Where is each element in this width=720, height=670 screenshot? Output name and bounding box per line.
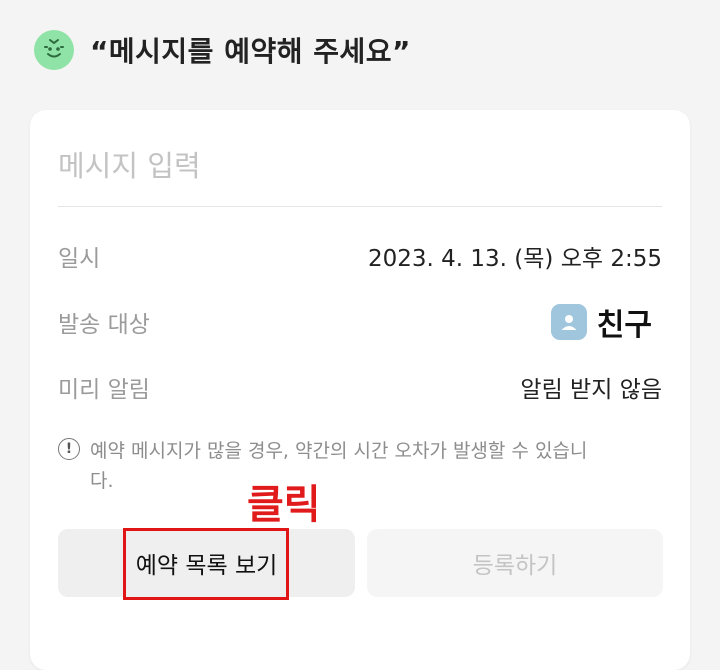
info-icon: ! [58,438,80,460]
register-button[interactable]: 등록하기 [367,529,663,597]
click-highlight-box [123,528,289,600]
message-input[interactable]: 메시지 입력 [58,146,662,186]
divider [58,206,662,207]
target-selector[interactable]: 친구 [550,300,652,344]
reminder-label: 미리 알림 [58,377,150,403]
smiling-face-icon [34,30,74,70]
person-icon [550,304,587,340]
notice: ! 예약 메시지가 많을 경우, 약간의 시간 오차가 발생할 수 있습니다. [58,436,638,496]
click-annotation-label: 클릭 [247,482,321,528]
chat-header: “메시지를 예약해 주세요” [34,30,411,70]
target-row[interactable]: 발송 대상 친구 [58,304,662,343]
target-label: 발송 대상 [58,312,150,338]
target-value: 친구 [596,308,652,343]
page-title: “메시지를 예약해 주세요” [90,35,411,68]
reminder-value[interactable]: 알림 받지 않음 [520,370,662,404]
datetime-row[interactable]: 일시 2023. 4. 13. (목) 오후 2:55 [58,238,662,274]
datetime-label: 일시 [58,246,101,272]
notice-text: 예약 메시지가 많을 경우, 약간의 시간 오차가 발생할 수 있습니다. [90,440,588,492]
datetime-value[interactable]: 2023. 4. 13. (목) 오후 2:55 [368,239,662,273]
reminder-row[interactable]: 미리 알림 알림 받지 않음 [58,369,662,405]
